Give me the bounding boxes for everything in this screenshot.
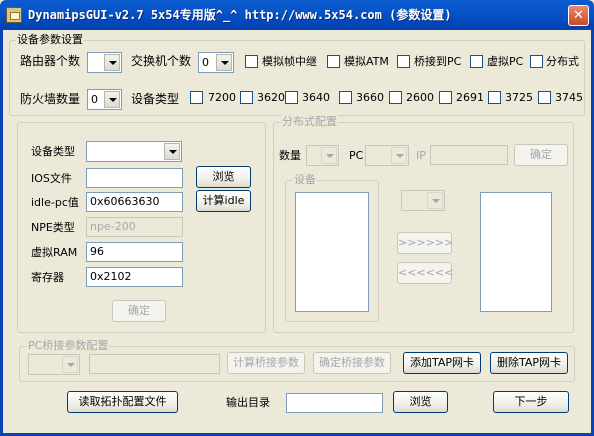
chevron-down-icon[interactable] bbox=[216, 54, 232, 71]
ip-input bbox=[430, 145, 508, 165]
type-3725-checkbox[interactable] bbox=[488, 91, 501, 104]
chevron-down-icon bbox=[321, 147, 337, 164]
title-bar[interactable]: DynamipsGUI-v2.7 5x54专用版^_^ http://www.5… bbox=[0, 0, 594, 30]
router-device-type-label: 设备类型 bbox=[31, 145, 75, 158]
pc-label: PC bbox=[349, 149, 364, 162]
pc-select bbox=[365, 145, 409, 166]
register-input[interactable]: 0x2102 bbox=[86, 267, 183, 287]
add-tap-button[interactable]: 添加TAP网卡 bbox=[403, 352, 481, 374]
idle-pc-input[interactable]: 0x60663630 bbox=[86, 192, 183, 212]
close-icon: ✕ bbox=[573, 8, 584, 23]
type-2600-label: 2600 bbox=[406, 91, 434, 104]
bridge-pc-checkbox[interactable] bbox=[397, 55, 410, 68]
type-3620-label: 3620 bbox=[257, 91, 285, 104]
virtual-pc-label: 虚拟PC bbox=[487, 55, 524, 68]
frame-relay-checkbox[interactable] bbox=[245, 55, 258, 68]
virtual-ram-label: 虚拟RAM bbox=[31, 246, 78, 259]
count-label: 数量 bbox=[279, 149, 301, 162]
type-3640-checkbox[interactable] bbox=[285, 91, 298, 104]
frame-relay-label: 模拟帧中继 bbox=[262, 55, 317, 68]
type-3745-checkbox[interactable] bbox=[538, 91, 551, 104]
firewall-count-value: 0 bbox=[91, 93, 98, 106]
bridge-input bbox=[89, 354, 220, 374]
chevron-down-icon bbox=[427, 192, 443, 209]
calc-idle-button[interactable]: 计算idle bbox=[196, 190, 251, 212]
firewall-count-label: 防火墙数量 bbox=[20, 92, 81, 106]
switch-count-value: 0 bbox=[202, 56, 209, 69]
next-step-button[interactable]: 下一步 bbox=[493, 391, 569, 413]
chevron-down-icon[interactable] bbox=[104, 91, 120, 108]
switch-count-select[interactable]: 0 bbox=[198, 52, 234, 73]
assigned-listbox[interactable] bbox=[480, 192, 552, 312]
type-7200-checkbox[interactable] bbox=[190, 91, 203, 104]
type-2600-checkbox[interactable] bbox=[389, 91, 402, 104]
distributed-checkbox[interactable] bbox=[530, 55, 543, 68]
npe-type-input: npe-200 bbox=[86, 217, 183, 237]
atm-checkbox[interactable] bbox=[327, 55, 340, 68]
output-dir-input[interactable] bbox=[286, 393, 383, 413]
type-3660-label: 3660 bbox=[356, 91, 384, 104]
read-topology-button[interactable]: 读取拓扑配置文件 bbox=[67, 391, 178, 413]
app-icon bbox=[6, 7, 22, 23]
output-dir-label: 输出目录 bbox=[226, 396, 270, 409]
chevron-down-icon[interactable] bbox=[104, 54, 120, 71]
ios-file-input[interactable] bbox=[86, 168, 183, 188]
close-button[interactable]: ✕ bbox=[568, 5, 589, 26]
type-3745-label: 3745 bbox=[555, 91, 583, 104]
move-left-button[interactable]: <<<<<< bbox=[397, 262, 453, 284]
output-browse-button[interactable]: 浏览 bbox=[393, 391, 448, 413]
register-label: 寄存器 bbox=[31, 271, 64, 284]
router-count-select[interactable] bbox=[87, 52, 122, 73]
type-7200-label: 7200 bbox=[208, 91, 236, 104]
type-3640-label: 3640 bbox=[302, 91, 330, 104]
type-3620-checkbox[interactable] bbox=[240, 91, 253, 104]
confirm-bridge-button[interactable]: 确定桥接参数 bbox=[313, 352, 391, 374]
ios-file-label: IOS文件 bbox=[31, 172, 72, 185]
move-right-button[interactable]: >>>>>> bbox=[397, 232, 453, 254]
device-params-title: 设备参数设置 bbox=[16, 33, 84, 46]
switch-count-label: 交换机个数 bbox=[131, 54, 192, 68]
window-frame-left bbox=[0, 30, 3, 436]
count-select bbox=[306, 145, 339, 166]
distributed-config-title: 分布式配置 bbox=[281, 115, 338, 128]
remove-tap-button[interactable]: 删除TAP网卡 bbox=[490, 352, 568, 374]
device-subgroup-title: 设备 bbox=[293, 173, 317, 186]
distributed-label: 分布式 bbox=[546, 55, 579, 68]
device-select bbox=[401, 190, 445, 211]
virtual-ram-input[interactable]: 96 bbox=[86, 242, 183, 262]
atm-label: 模拟ATM bbox=[344, 55, 389, 68]
type-2691-label: 2691 bbox=[456, 91, 484, 104]
ios-browse-button[interactable]: 浏览 bbox=[196, 166, 251, 188]
window-title: DynamipsGUI-v2.7 5x54专用版^_^ http://www.5… bbox=[28, 8, 452, 22]
npe-type-label: NPE类型 bbox=[31, 221, 75, 234]
ip-label: IP bbox=[416, 149, 426, 162]
bridge-select bbox=[28, 354, 80, 375]
router-count-label: 路由器个数 bbox=[20, 54, 81, 68]
type-3660-checkbox[interactable] bbox=[339, 91, 352, 104]
chevron-down-icon[interactable] bbox=[164, 143, 180, 160]
distributed-confirm-button[interactable]: 确定 bbox=[514, 144, 568, 166]
router-confirm-button[interactable]: 确定 bbox=[112, 300, 166, 322]
device-type-label: 设备类型 bbox=[131, 92, 180, 106]
idle-pc-label: idle-pc值 bbox=[31, 196, 79, 209]
firewall-count-select[interactable]: 0 bbox=[87, 89, 122, 110]
type-3725-label: 3725 bbox=[505, 91, 533, 104]
router-device-type-select[interactable] bbox=[86, 141, 182, 162]
chevron-down-icon bbox=[62, 356, 78, 373]
calc-bridge-button[interactable]: 计算桥接参数 bbox=[227, 352, 305, 374]
bridge-pc-label: 桥接到PC bbox=[414, 55, 462, 68]
virtual-pc-checkbox[interactable] bbox=[470, 55, 483, 68]
type-2691-checkbox[interactable] bbox=[439, 91, 452, 104]
bridge-config-title: PC桥接参数配置 bbox=[27, 339, 110, 352]
device-listbox[interactable] bbox=[295, 192, 369, 312]
chevron-down-icon bbox=[391, 147, 407, 164]
